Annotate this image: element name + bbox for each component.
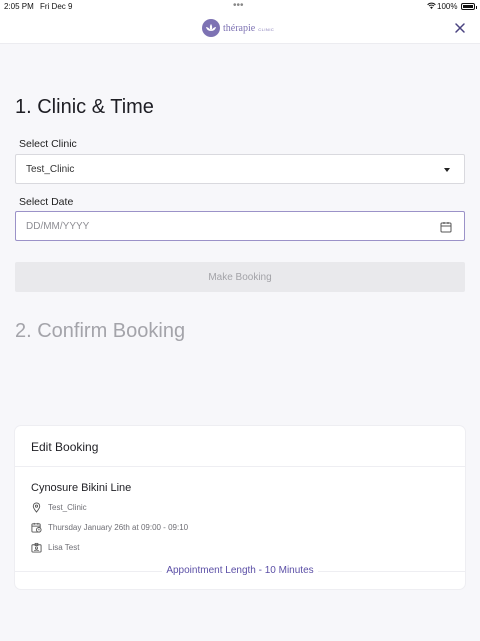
edit-booking-title[interactable]: Edit Booking [31, 440, 98, 454]
wifi-icon [427, 2, 436, 12]
booking-staff: Lisa Test [48, 542, 80, 552]
section-title-clinic-time: 1. Clinic & Time [15, 96, 154, 118]
date-input[interactable]: DD/MM/YYYY [15, 211, 465, 241]
status-bar: 2:05 PM Fri Dec 9 ••• 100% [0, 0, 480, 14]
therapie-logo: thérapie CLINIC [202, 17, 274, 39]
close-icon [455, 23, 465, 33]
calendar-icon[interactable] [440, 221, 452, 233]
edit-booking-card: Edit Booking Cynosure Bikini Line Test_C… [15, 426, 465, 589]
date-input-placeholder: DD/MM/YYYY [26, 220, 90, 232]
select-date-label: Select Date [19, 196, 74, 208]
booking-datetime: Thursday January 26th at 09:00 - 09:10 [48, 522, 189, 532]
clinic-select-value: Test_Clinic [26, 163, 75, 175]
location-pin-icon [32, 502, 41, 513]
multitasking-dots[interactable]: ••• [233, 0, 244, 11]
badge-icon [31, 542, 42, 553]
appointment-length: Appointment Length - 10 Minutes [15, 565, 465, 576]
logo-name: thérapie [223, 22, 256, 34]
status-date: Fri Dec 9 [40, 2, 73, 11]
status-time: 2:05 PM [4, 2, 34, 11]
booking-clinic-row: Test_Clinic [31, 501, 87, 513]
battery-percent: 100% [437, 2, 458, 11]
chevron-down-icon [444, 168, 450, 172]
booking-staff-row: Lisa Test [31, 541, 79, 553]
lotus-icon [202, 19, 220, 37]
close-button[interactable] [453, 21, 467, 35]
treatment-name: Cynosure Bikini Line [31, 482, 132, 494]
booking-clinic: Test_Clinic [48, 502, 87, 512]
card-divider [15, 466, 465, 467]
clinic-select[interactable]: Test_Clinic [15, 154, 465, 184]
select-clinic-label: Select Clinic [19, 138, 77, 150]
battery-icon [461, 3, 477, 10]
section-title-confirm-booking: 2. Confirm Booking [15, 320, 186, 342]
app-header: thérapie CLINIC [0, 14, 480, 44]
appointment-length-text: Appointment Length - 10 Minutes [162, 565, 318, 576]
booking-datetime-row: Thursday January 26th at 09:00 - 09:10 [31, 521, 188, 533]
calendar-clock-icon [31, 522, 42, 533]
make-booking-button[interactable]: Make Booking [15, 262, 465, 292]
logo-subtitle: CLINIC [258, 26, 275, 32]
